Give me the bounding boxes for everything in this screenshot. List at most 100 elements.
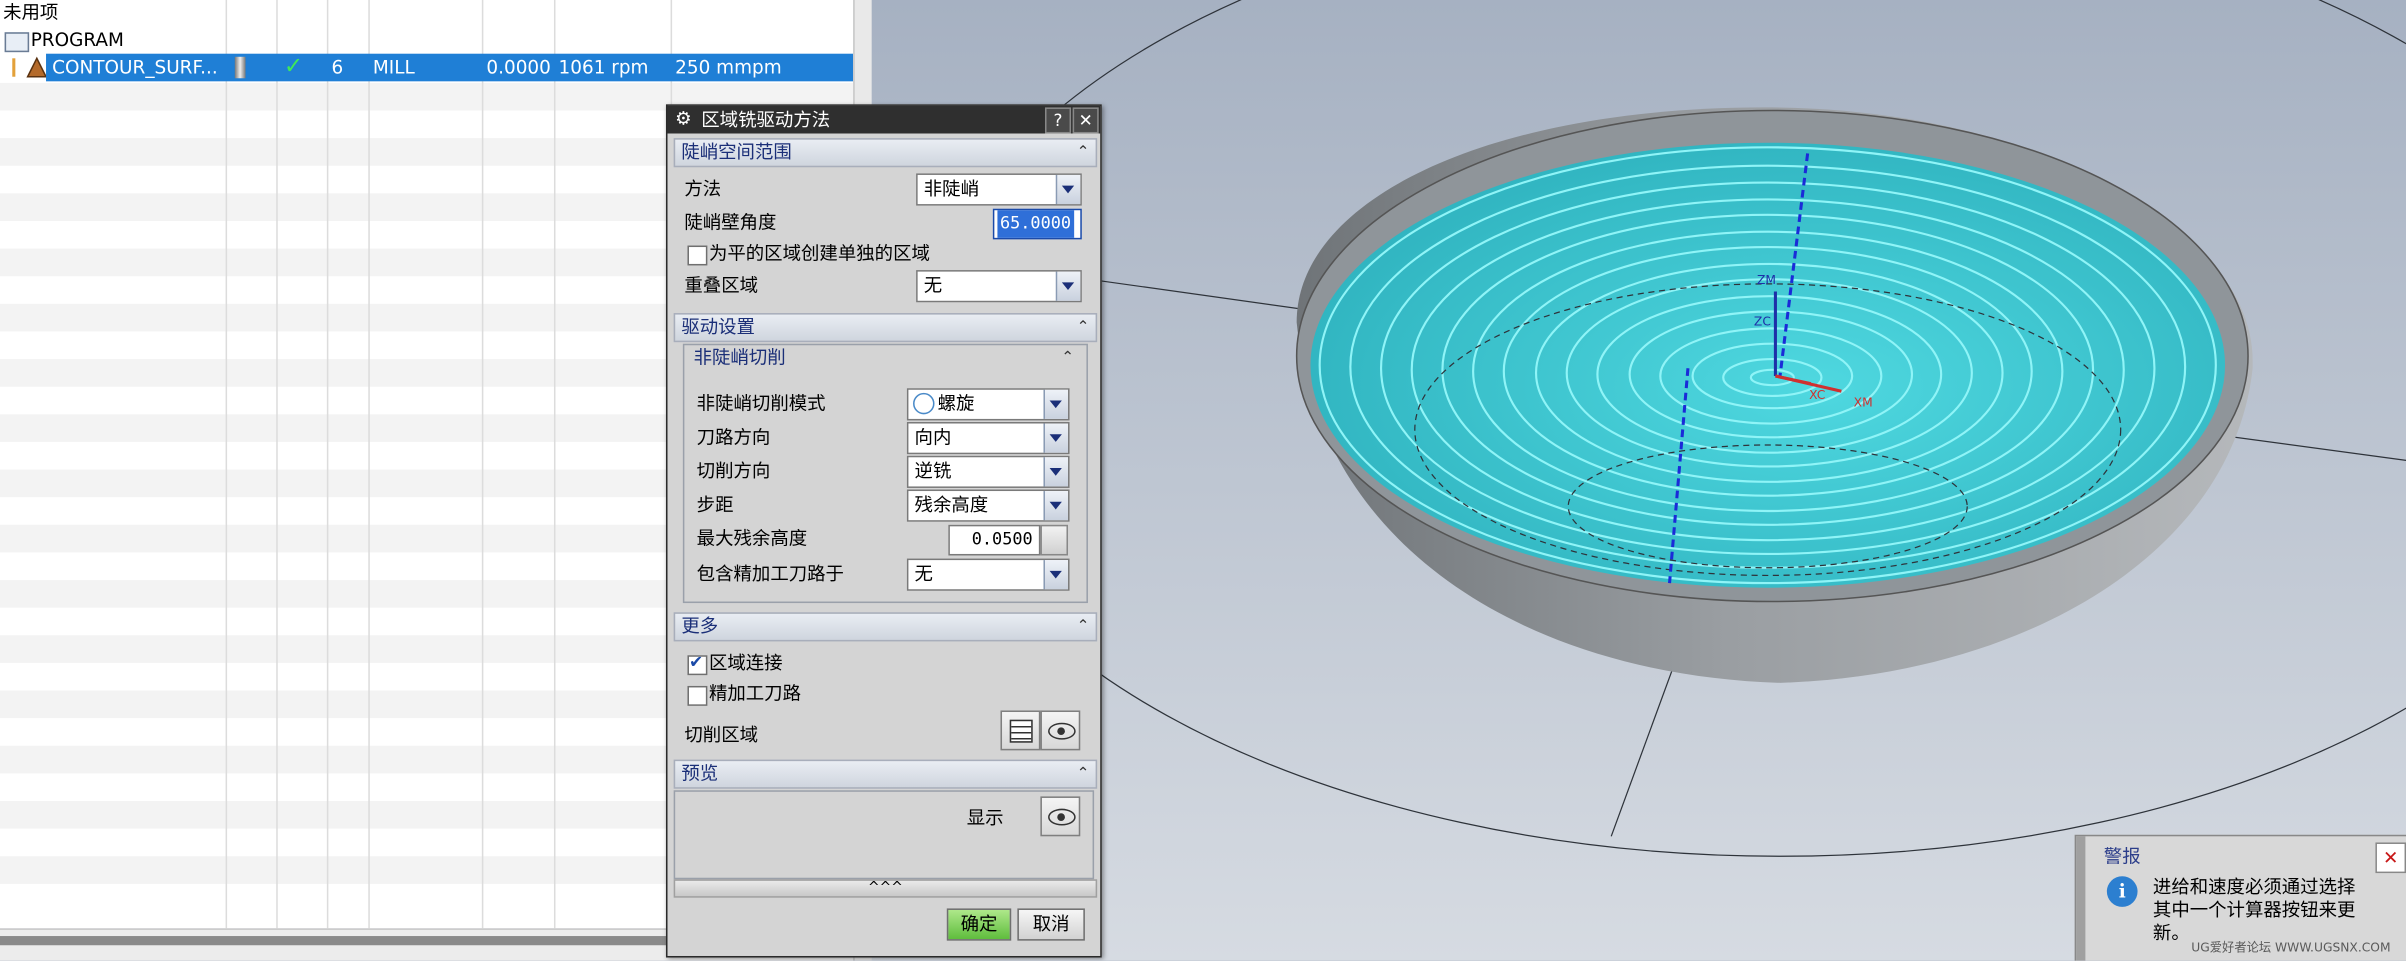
path-direction-dropdown[interactable]: 向内 — [906, 421, 1070, 455]
section-steep-header[interactable]: 陡峭空间范围 ⌃ — [673, 138, 1098, 168]
nav-item-program[interactable]: PROGRAM — [31, 28, 124, 53]
max-scallop-label: 最大残余高度 — [696, 527, 808, 550]
section-preview-header[interactable]: 预览 ⌃ — [673, 759, 1098, 789]
max-scallop-input[interactable]: 0.0500 — [948, 524, 1041, 556]
chevron-up-icon[interactable]: ⌃ — [1077, 315, 1090, 341]
cancel-button[interactable]: 取消 — [1017, 908, 1085, 941]
tool-icon — [234, 56, 246, 79]
cut-mode-dropdown[interactable]: 螺旋 — [906, 388, 1070, 421]
status-marker — [12, 58, 16, 77]
include-finish-value: 无 — [914, 563, 933, 585]
axis-label-zc: ZC — [1753, 314, 1771, 329]
operation-name: CONTOUR_SURF... — [52, 56, 218, 79]
tool-number: 6 — [331, 56, 344, 79]
overlap-dropdown[interactable]: 无 — [916, 270, 1082, 303]
help-button[interactable]: ? — [1044, 107, 1072, 134]
column-divider — [276, 0, 278, 929]
section-title: 预览 — [681, 762, 719, 785]
chevron-down-icon[interactable] — [1043, 389, 1069, 419]
close-button[interactable]: ✕ — [1072, 107, 1099, 134]
subsection-title: 非陡峭切削 — [693, 346, 786, 369]
overlap-value: 无 — [923, 274, 943, 297]
preview-group — [673, 790, 1095, 880]
chevron-down-icon[interactable] — [1043, 560, 1069, 590]
operation-type: MILL — [372, 56, 415, 79]
eye-icon — [1048, 808, 1076, 826]
cut-direction-label: 切削方向 — [696, 460, 771, 482]
chevron-down-icon[interactable] — [1043, 423, 1069, 453]
method-dropdown[interactable]: 非陡峭 — [916, 173, 1082, 206]
path-direction-label: 刀路方向 — [696, 426, 771, 449]
chevron-up-icon[interactable]: ⌃ — [1077, 614, 1090, 640]
section-title: 驱动设置 — [681, 316, 755, 338]
include-finish-dropdown[interactable]: 无 — [906, 558, 1070, 591]
stepover-value: 残余高度 — [914, 494, 989, 516]
column-divider — [225, 0, 228, 929]
section-title: 陡峭空间范围 — [681, 141, 792, 163]
gear-icon: ⚙ — [675, 107, 692, 129]
region-connect-checkbox[interactable] — [687, 652, 708, 676]
chevron-up-icon[interactable]: ⌃ — [1077, 761, 1090, 787]
flat-area-checkbox[interactable] — [687, 245, 708, 266]
axis-label-zm: ZM — [1757, 273, 1777, 287]
cut-direction-dropdown[interactable]: 逆铣 — [906, 455, 1070, 488]
dialog-title: 区域铣驱动方法 — [701, 108, 831, 131]
stepover-dropdown[interactable]: 残余高度 — [906, 489, 1070, 522]
finish-path-label: 精加工刀路 — [708, 682, 802, 705]
area-mill-drive-dialog: ⚙ 区域铣驱动方法 ? ✕ 陡峭空间范围 ⌃ 方法 非陡峭 陡峭壁角度 65.0… — [665, 104, 1102, 958]
ok-button[interactable]: 确定 — [946, 908, 1012, 941]
eye-icon — [1048, 722, 1076, 740]
finish-path-checkbox[interactable] — [687, 685, 708, 706]
cut-region-list-button[interactable] — [1000, 710, 1041, 751]
nav-item-unused[interactable]: 未用项 — [3, 0, 58, 25]
max-scallop-value: 0.0500 — [971, 529, 1033, 550]
chevron-down-icon[interactable] — [1043, 457, 1069, 487]
region-connect-label: 区域连接 — [708, 652, 783, 674]
section-drive-header[interactable]: 驱动设置 ⌃ — [673, 313, 1098, 343]
axis-label-xm: XM — [1853, 395, 1873, 410]
spiral-icon — [913, 392, 935, 415]
column-divider — [326, 0, 329, 929]
flat-area-label: 为平的区域创建单独的区域 — [708, 242, 930, 264]
cut-mode-value: 螺旋 — [937, 392, 975, 415]
column-divider — [368, 0, 370, 929]
alert-close-button[interactable]: ✕ — [2375, 842, 2406, 874]
spindle-speed: 1061 rpm — [558, 56, 649, 79]
nav-row — [0, 28, 853, 56]
column-divider — [481, 0, 484, 929]
steep-angle-value: 65.0000 — [996, 210, 1075, 238]
chevron-down-icon[interactable] — [1055, 271, 1081, 301]
chevron-up-icon[interactable]: ⌃ — [1061, 345, 1074, 371]
alert-title: 警报 — [2103, 845, 2141, 867]
nav-row — [0, 0, 853, 28]
cut-mode-label: 非陡峭切削模式 — [696, 392, 826, 415]
cut-direction-value: 逆铣 — [914, 460, 952, 482]
subsection-header[interactable]: 非陡峭切削 ⌃ — [684, 345, 1080, 371]
feed-rate: 250 mmpm — [675, 56, 782, 79]
steep-angle-input[interactable]: 65.0000 — [992, 208, 1082, 240]
display-button[interactable] — [1040, 796, 1081, 837]
lock-icon[interactable] — [1040, 524, 1069, 556]
chevron-down-icon[interactable] — [1055, 174, 1081, 205]
table-row-selected[interactable]: CONTOUR_SURF... ✓ 6 MILL 0.0000 1061 rpm… — [46, 52, 854, 82]
operation-value: 0.0000 — [486, 56, 551, 79]
watermark: UG爱好者论坛 WWW.UGSNX.COM — [2191, 940, 2391, 955]
alert-message: 进给和速度必须通过选择其中一个计算器按钮来更新。 — [2152, 876, 2356, 944]
method-label: 方法 — [684, 178, 722, 200]
section-more-header[interactable]: 更多 ⌃ — [673, 612, 1098, 642]
collapse-bar[interactable]: ^^^ — [673, 879, 1098, 898]
dialog-title-bar[interactable]: ⚙ 区域铣驱动方法 ? ✕ — [667, 105, 1101, 134]
list-icon — [1009, 719, 1033, 743]
chevron-down-icon[interactable] — [1043, 491, 1069, 521]
cut-region-label: 切削区域 — [684, 724, 759, 746]
cut-region-display-button[interactable] — [1040, 710, 1081, 751]
chevron-up-icon[interactable]: ⌃ — [1077, 140, 1090, 166]
folder-icon — [4, 32, 30, 53]
info-icon: i — [2106, 876, 2138, 907]
alert-edge — [2076, 836, 2086, 961]
stepover-label: 步距 — [696, 494, 734, 516]
column-divider — [553, 0, 556, 929]
non-steep-cut-group: 非陡峭切削 ⌃ 非陡峭切削模式 螺旋 刀路方向 向内 切削方向 逆铣 步距 残余… — [682, 343, 1088, 604]
overlap-label: 重叠区域 — [684, 274, 759, 297]
check-icon: ✓ — [283, 52, 304, 80]
